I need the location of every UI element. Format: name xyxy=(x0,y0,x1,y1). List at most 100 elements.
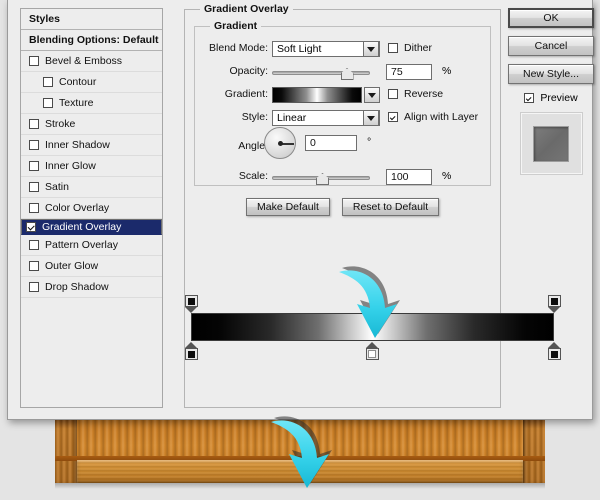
checkbox-inner-shadow[interactable] xyxy=(29,140,39,150)
checkbox-reverse[interactable] xyxy=(388,89,398,99)
sidebar-item-label: Inner Glow xyxy=(45,156,96,176)
sidebar-item-outer-glow[interactable]: Outer Glow xyxy=(21,256,162,277)
color-stop-head xyxy=(185,348,198,360)
wood-post-left xyxy=(55,415,77,483)
align-with-layer-option[interactable]: Align with Layer xyxy=(388,111,478,123)
opacity-slider-thumb[interactable] xyxy=(341,68,354,80)
styles-list-panel: Styles Blending Options: Default Bevel &… xyxy=(20,8,163,408)
angle-dial[interactable] xyxy=(264,127,296,159)
checkbox-pattern-overlay[interactable] xyxy=(29,240,39,250)
color-stop-head xyxy=(366,348,379,360)
sidebar-item-satin[interactable]: Satin xyxy=(21,177,162,198)
scale-slider[interactable] xyxy=(272,171,370,185)
ok-button[interactable]: OK xyxy=(508,8,594,28)
checkbox-bevel-emboss[interactable] xyxy=(29,56,39,66)
sidebar-item-color-overlay[interactable]: Color Overlay xyxy=(21,198,162,219)
make-default-button[interactable]: Make Default xyxy=(246,198,330,216)
checkbox-inner-glow[interactable] xyxy=(29,161,39,171)
checkbox-color-overlay[interactable] xyxy=(29,203,39,213)
scale-slider-thumb[interactable] xyxy=(316,173,329,185)
chevron-down-icon[interactable] xyxy=(363,41,379,57)
sidebar-item-stroke[interactable]: Stroke xyxy=(21,114,162,135)
sidebar-item-label: Stroke xyxy=(45,114,75,134)
sidebar-item-label: Satin xyxy=(45,177,69,197)
angle-input[interactable]: 0 xyxy=(305,135,357,151)
style-preview-thumbnail xyxy=(520,112,583,175)
gradient-swatch[interactable] xyxy=(272,87,362,103)
blend-mode-value: Soft Light xyxy=(277,43,321,55)
reset-to-default-button[interactable]: Reset to Default xyxy=(342,198,439,216)
dither-label: Dither xyxy=(404,42,432,54)
sidebar-item-label: Contour xyxy=(59,72,96,92)
dither-option[interactable]: Dither xyxy=(388,42,432,54)
style-select[interactable]: Linear xyxy=(272,110,380,126)
checkbox-drop-shadow[interactable] xyxy=(29,282,39,292)
checkbox-outer-glow[interactable] xyxy=(29,261,39,271)
opacity-stop-head xyxy=(548,295,561,307)
style-label: Style: xyxy=(242,111,268,123)
color-stop-right[interactable] xyxy=(548,342,561,359)
color-stop-head xyxy=(548,348,561,360)
styles-header: Styles xyxy=(21,9,162,30)
sidebar-item-drop-shadow[interactable]: Drop Shadow xyxy=(21,277,162,298)
opacity-unit: % xyxy=(442,65,451,77)
sidebar-item-texture[interactable]: Texture xyxy=(21,93,162,114)
checkbox-align-with-layer[interactable] xyxy=(388,112,398,122)
gradient-editor-strip[interactable] xyxy=(191,313,554,341)
reverse-label: Reverse xyxy=(404,88,443,100)
wood-post-right xyxy=(523,415,545,483)
opacity-slider-track xyxy=(272,71,370,75)
chevron-down-icon[interactable] xyxy=(363,110,379,126)
opacity-stop-tip xyxy=(548,307,560,313)
preview-option[interactable]: Preview xyxy=(508,92,594,104)
align-with-layer-label: Align with Layer xyxy=(404,111,478,123)
sidebar-item-label: Texture xyxy=(59,93,93,113)
sidebar-item-label: Inner Shadow xyxy=(45,135,110,155)
style-preview-swatch xyxy=(533,126,569,162)
checkbox-stroke[interactable] xyxy=(29,119,39,129)
scale-unit: % xyxy=(442,170,451,182)
color-stop-left[interactable] xyxy=(185,342,198,359)
cancel-button[interactable]: Cancel xyxy=(508,36,594,56)
opacity-stop-tip xyxy=(185,307,197,313)
gradient-overlay-group-title: Gradient Overlay xyxy=(200,3,293,15)
sidebar-item-label: Color Overlay xyxy=(45,198,109,218)
opacity-stop-right[interactable] xyxy=(548,295,561,312)
blend-mode-select[interactable]: Soft Light xyxy=(272,41,380,57)
gradient-label: Gradient: xyxy=(225,88,268,100)
sidebar-item-inner-shadow[interactable]: Inner Shadow xyxy=(21,135,162,156)
checkbox-gradient-overlay[interactable] xyxy=(26,222,36,232)
sidebar-item-label: Drop Shadow xyxy=(45,277,109,297)
gradient-preview-bar[interactable] xyxy=(191,313,554,341)
gradient-picker-chevron-down-icon[interactable] xyxy=(364,87,380,103)
angle-unit: ° xyxy=(367,136,371,148)
sidebar-item-contour[interactable]: Contour xyxy=(21,72,162,93)
scale-input[interactable]: 100 xyxy=(386,169,432,185)
sidebar-item-pattern-overlay[interactable]: Pattern Overlay xyxy=(21,235,162,256)
opacity-stop-left[interactable] xyxy=(185,295,198,312)
new-style-button[interactable]: New Style... xyxy=(508,64,594,84)
checkbox-satin[interactable] xyxy=(29,182,39,192)
style-value: Linear xyxy=(277,112,306,124)
checkbox-texture[interactable] xyxy=(43,98,53,108)
checkbox-contour[interactable] xyxy=(43,77,53,87)
reverse-option[interactable]: Reverse xyxy=(388,88,443,100)
sidebar-item-label: Bevel & Emboss xyxy=(45,51,122,71)
opacity-label: Opacity: xyxy=(229,65,268,77)
scale-label: Scale: xyxy=(239,170,268,182)
sidebar-item-bevel-emboss[interactable]: Bevel & Emboss xyxy=(21,51,162,72)
checkbox-preview[interactable] xyxy=(524,93,534,103)
preview-label: Preview xyxy=(540,92,577,104)
angle-dial-center xyxy=(278,141,283,146)
sidebar-item-gradient-overlay[interactable]: Gradient Overlay xyxy=(21,219,162,235)
desk-shadow xyxy=(55,483,545,489)
opacity-input[interactable]: 75 xyxy=(386,64,432,80)
sidebar-item-inner-glow[interactable]: Inner Glow xyxy=(21,156,162,177)
color-stop-middle[interactable] xyxy=(366,342,379,359)
checkbox-dither[interactable] xyxy=(388,43,398,53)
opacity-slider[interactable] xyxy=(272,66,370,80)
wood-shelf xyxy=(77,460,523,483)
sidebar-item-label: Pattern Overlay xyxy=(45,235,118,255)
opacity-stop-head xyxy=(185,295,198,307)
blending-options-row[interactable]: Blending Options: Default xyxy=(21,30,162,51)
